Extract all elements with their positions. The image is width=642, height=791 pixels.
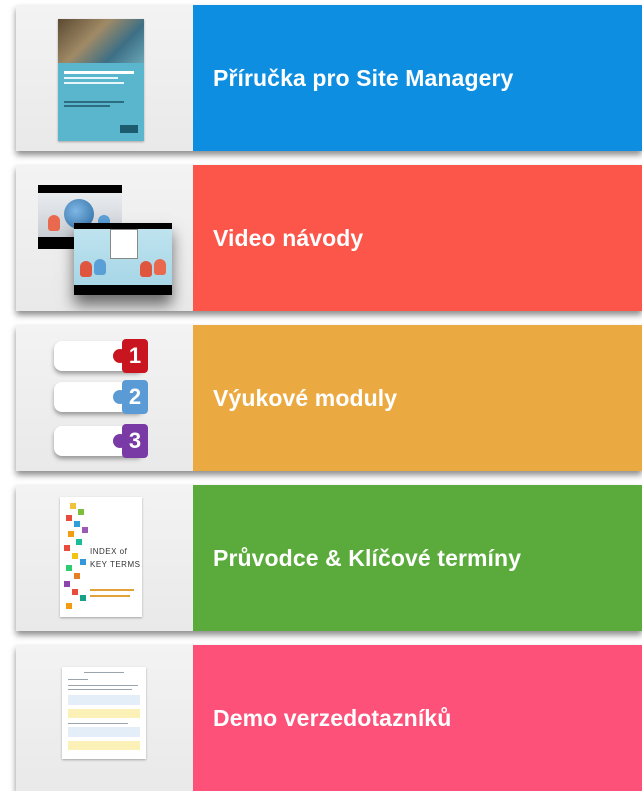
module-tag-2: 2 bbox=[54, 380, 148, 414]
video-thumbnail[interactable] bbox=[16, 165, 193, 311]
index-cover-title-2: KEY TERMS bbox=[90, 560, 141, 569]
card-label-demo[interactable]: Demo verzedotazníků bbox=[193, 645, 642, 791]
questionnaire-preview-icon bbox=[62, 667, 146, 759]
card-guide-key-terms[interactable]: INDEX of KEY TERMS Průvodce & Klíčové te… bbox=[16, 485, 642, 631]
module-tag-3: 3 bbox=[54, 424, 148, 458]
demo-thumbnail[interactable] bbox=[16, 645, 193, 791]
video-still-icon bbox=[74, 223, 172, 295]
card-label-modules[interactable]: Výukové moduly bbox=[193, 325, 642, 471]
module-tag-1: 1 bbox=[54, 339, 148, 373]
card-site-manager-handbook[interactable]: Příručka pro Site Managery bbox=[16, 5, 642, 151]
modules-thumbnail[interactable]: 1 2 3 bbox=[16, 325, 193, 471]
index-key-terms-cover-icon: INDEX of KEY TERMS bbox=[60, 497, 142, 617]
card-label-video[interactable]: Video návody bbox=[193, 165, 642, 311]
card-learning-modules[interactable]: 1 2 3 Výukové moduly bbox=[16, 325, 642, 471]
card-video-tutorials[interactable]: Video návody bbox=[16, 165, 642, 311]
module-number-3: 3 bbox=[113, 424, 148, 458]
card-demo-questionnaires[interactable]: Demo verzedotazníků bbox=[16, 645, 642, 791]
index-thumbnail[interactable]: INDEX of KEY TERMS bbox=[16, 485, 193, 631]
module-number-2: 2 bbox=[113, 380, 148, 414]
card-label-handbook[interactable]: Příručka pro Site Managery bbox=[193, 5, 642, 151]
handbook-cover-icon bbox=[58, 19, 144, 141]
index-cover-title-1: INDEX of bbox=[90, 547, 128, 556]
handbook-thumbnail[interactable] bbox=[16, 5, 193, 151]
module-number-1: 1 bbox=[113, 339, 148, 373]
card-label-guide[interactable]: Průvodce & Klíčové termíny bbox=[193, 485, 642, 631]
